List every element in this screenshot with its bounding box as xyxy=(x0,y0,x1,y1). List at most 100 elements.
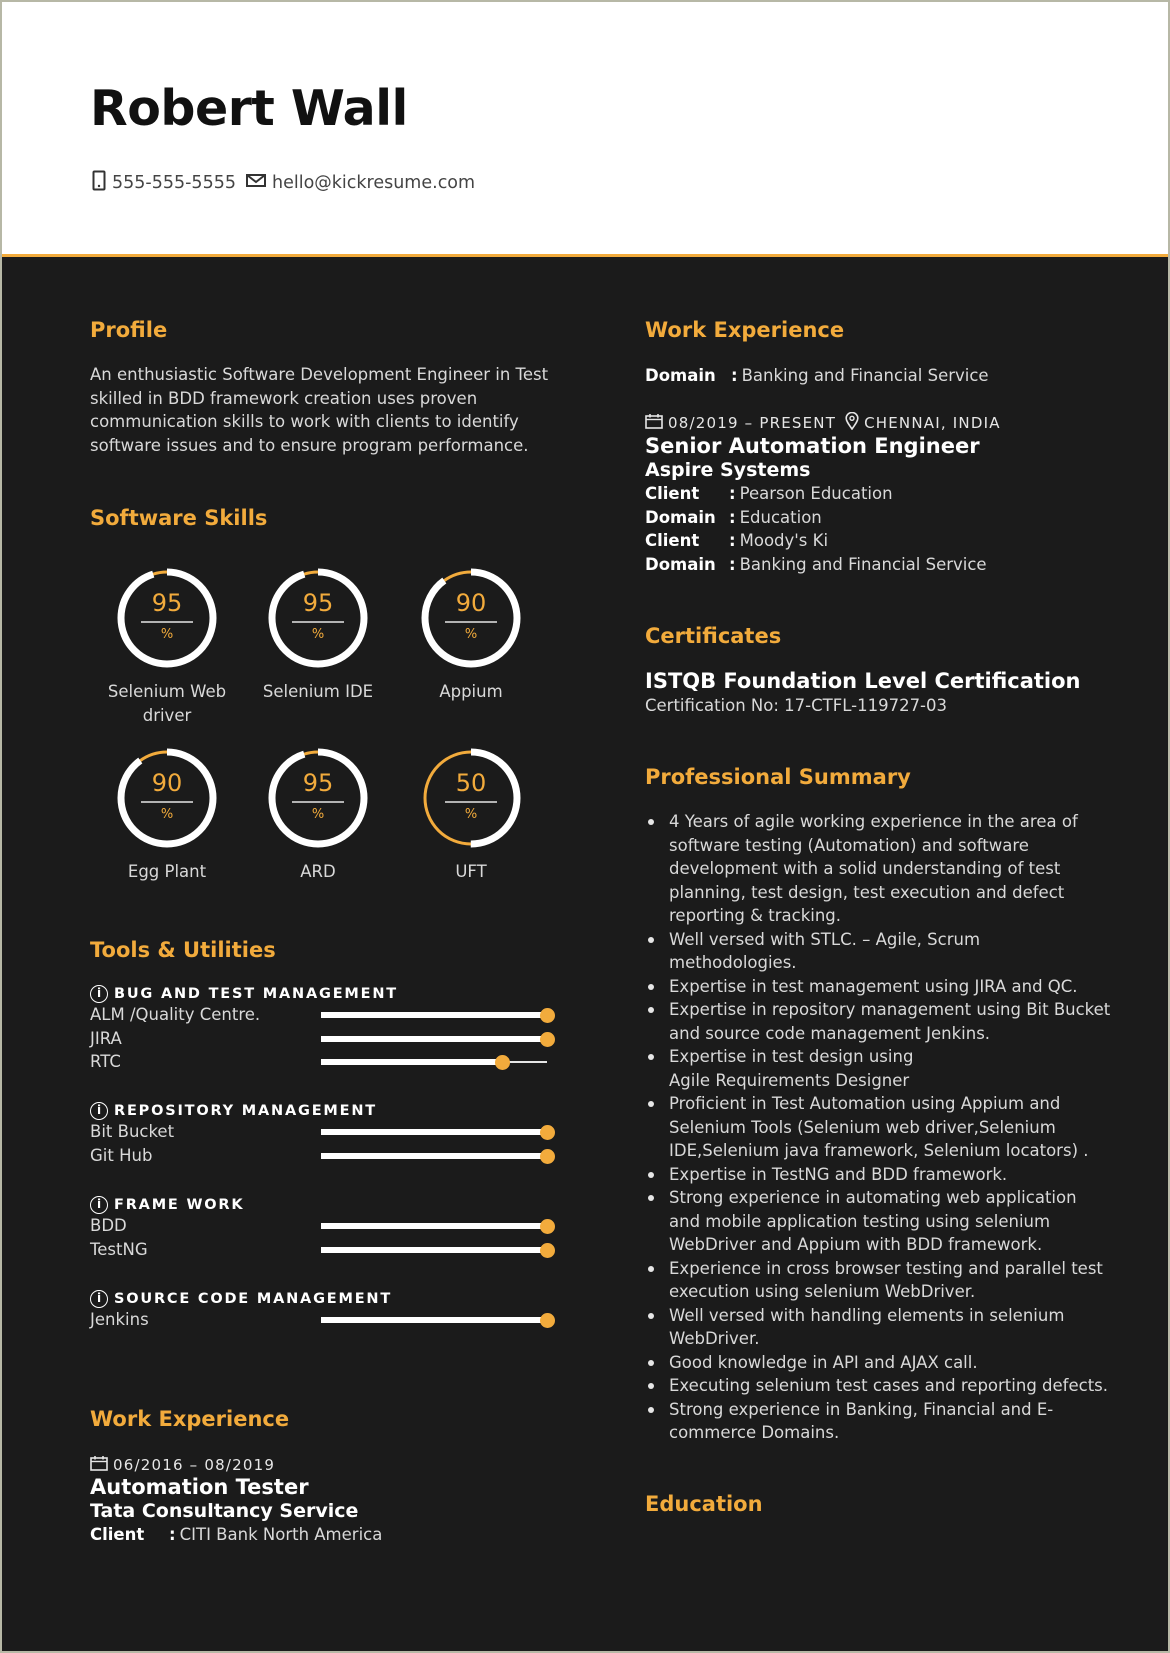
tool-group: i REPOSITORY MANAGEMENT Bit Bucket Git Hub xyxy=(90,1102,560,1167)
summary-line: Strong experience in automating web appl… xyxy=(669,1188,1077,1207)
detail-key: Domain xyxy=(645,554,716,574)
skill-ring: 50% xyxy=(421,748,521,848)
tool-group-title-text: BUG AND TEST MANAGEMENT xyxy=(114,986,398,1002)
certificate-name: ISTQB Foundation Level Certification xyxy=(645,669,1081,693)
tool-group-title: i REPOSITORY MANAGEMENT xyxy=(90,1102,560,1120)
calendar-icon xyxy=(90,1455,108,1475)
skill-item: 95% ARD xyxy=(243,746,393,884)
tool-row: Bit Bucket xyxy=(90,1120,560,1144)
summary-line: WebDriver and Appium with BDD framework. xyxy=(669,1235,1043,1254)
skill-item: 90% Egg Plant xyxy=(92,746,242,884)
company-name: Tata Consultancy Service xyxy=(90,1500,359,1522)
summary-line: Expertise in test management using JIRA … xyxy=(669,976,1078,996)
summary-item: 4 Years of agile working experience in t… xyxy=(645,810,1155,928)
summary-line: Executing selenium test cases and report… xyxy=(669,1376,1109,1395)
summary-line: Expertise in TestNG and BDD framework. xyxy=(669,1164,1008,1184)
candidate-name: Robert Wall xyxy=(90,80,408,137)
summary-line: IDE,Selenium java framework, Selenium lo… xyxy=(669,1141,1089,1160)
tool-row: TestNG xyxy=(90,1238,560,1262)
summary-line: Selenium Tools (Selenium web driver,Sele… xyxy=(669,1117,1056,1137)
profile-text: An enthusiastic Software Development Eng… xyxy=(90,363,570,457)
work-experience-left-heading: Work Experience xyxy=(90,1407,290,1431)
skill-ring-remainder xyxy=(119,570,215,666)
phone-number[interactable]: 555-555-5555 xyxy=(112,173,236,193)
tool-name: JIRA xyxy=(90,1028,122,1048)
summary-line: WebDriver. xyxy=(669,1329,760,1348)
summary-line: reporting & tracking. xyxy=(669,906,842,925)
skill-name: Egg Plant xyxy=(92,860,242,884)
skill-item: 90% Appium xyxy=(396,566,546,704)
skill-name-line: driver xyxy=(142,705,192,725)
job-entry-tcs: 06/2016 – 08/2019 Automation Tester Tata… xyxy=(90,1455,560,1547)
tool-level-fill xyxy=(321,1152,547,1159)
domain-key: Domain xyxy=(645,366,716,385)
envelope-icon xyxy=(245,173,266,193)
tool-row: BDD xyxy=(90,1214,560,1238)
tool-level-knob xyxy=(540,1148,555,1164)
skill-value: 90 xyxy=(456,589,487,617)
skill-name-line: Selenium IDE xyxy=(262,682,374,701)
profile-line: software issues and to ensure program pe… xyxy=(90,435,529,455)
map-pin-icon xyxy=(845,411,859,434)
detail-value: Banking and Financial Service xyxy=(739,554,987,574)
resume-header: Robert Wall 555-555-5555 hello@kickresum… xyxy=(2,2,1168,257)
summary-line: 4 Years of agile working experience in t… xyxy=(669,812,1078,831)
detail-key: Client xyxy=(90,1525,145,1544)
summary-item: Expertise in test management using JIRA … xyxy=(645,975,1155,999)
skill-percent-sign: % xyxy=(465,627,477,642)
skill-item: 95% Selenium Web driver xyxy=(92,566,242,727)
resume-page: Robert Wall 555-555-5555 hello@kickresum… xyxy=(2,2,1168,1651)
job-location: CHENNAI, INDIA xyxy=(864,414,1001,432)
profile-line: communication skills to work with client… xyxy=(90,412,519,431)
tool-group-title: i SOURCE CODE MANAGEMENT xyxy=(90,1290,560,1308)
tool-level-fill xyxy=(321,1012,547,1018)
skill-value: 95 xyxy=(303,769,334,797)
summary-line: Proficient in Test Automation using Appi… xyxy=(669,1094,1061,1113)
detail-value: Pearson Education xyxy=(739,484,893,503)
calendar-icon xyxy=(645,413,663,433)
skill-name: UFT xyxy=(396,860,546,884)
detail-separator: : xyxy=(729,554,736,574)
professional-summary-heading: Professional Summary xyxy=(645,765,911,789)
skill-item: 50% UFT xyxy=(396,746,546,884)
skill-name: Selenium Web driver xyxy=(92,680,242,727)
summary-line: Agile Requirements Designer xyxy=(669,1070,910,1090)
tool-name: BDD xyxy=(90,1216,127,1235)
tool-level-fill xyxy=(321,1317,547,1323)
skill-ring: 95% xyxy=(268,568,368,668)
skill-ring: 95% xyxy=(117,568,217,668)
summary-item: Well versed with STLC. – Agile, Scrum met… xyxy=(645,928,1155,975)
profile-heading: Profile xyxy=(90,318,168,342)
job-detail-row: Client: Pearson Education xyxy=(645,482,1145,506)
skill-ring-progress xyxy=(117,568,217,668)
summary-line: execution using selenium WebDriver. xyxy=(669,1282,976,1301)
tool-level-fill xyxy=(321,1035,547,1042)
tool-name: Bit Bucket xyxy=(90,1122,175,1141)
skill-value: 95 xyxy=(303,589,334,617)
tool-group: i BUG AND TEST MANAGEMENT ALM /Quality Cen… xyxy=(90,985,560,1074)
job-details: Client: Pearson Education Domain: Education… xyxy=(645,482,1145,576)
profile-line: skilled in BDD framework creation uses p… xyxy=(90,388,478,408)
phone-item: 555-555-5555 xyxy=(92,170,236,196)
skill-ring-remainder xyxy=(270,570,366,666)
skill-value: 90 xyxy=(152,769,183,797)
email-address[interactable]: hello@kickresume.com xyxy=(272,173,475,193)
skill-ring-remainder xyxy=(119,750,215,846)
summary-line: Good knowledge in API and AJAX call. xyxy=(669,1352,978,1372)
summary-item: Proficient in Test Automation using Appi… xyxy=(645,1092,1155,1163)
skill-name-line: Egg Plant xyxy=(127,862,207,881)
detail-separator: : xyxy=(729,531,736,550)
job-dates: 06/2016 – 08/2019 xyxy=(113,1456,276,1474)
summary-line: Well versed with STLC. – Agile, Scrum xyxy=(669,929,981,949)
summary-line: commerce Domains. xyxy=(669,1423,840,1442)
skill-item: 95% Selenium IDE xyxy=(243,566,393,704)
software-skills-heading: Software Skills xyxy=(90,506,268,530)
summary-line: Expertise in repository management using… xyxy=(669,1000,1111,1019)
info-icon: i xyxy=(90,1196,108,1214)
summary-item: Expertise in test design using Agile Requ… xyxy=(645,1045,1155,1092)
summary-line: and source code management Jenkins. xyxy=(669,1023,991,1043)
tool-level-knob xyxy=(540,1219,555,1234)
tool-row: ALM /Quality Centre. xyxy=(90,1003,560,1027)
job-title: Senior Automation Engineer xyxy=(645,434,980,458)
info-icon: i xyxy=(90,1102,108,1120)
